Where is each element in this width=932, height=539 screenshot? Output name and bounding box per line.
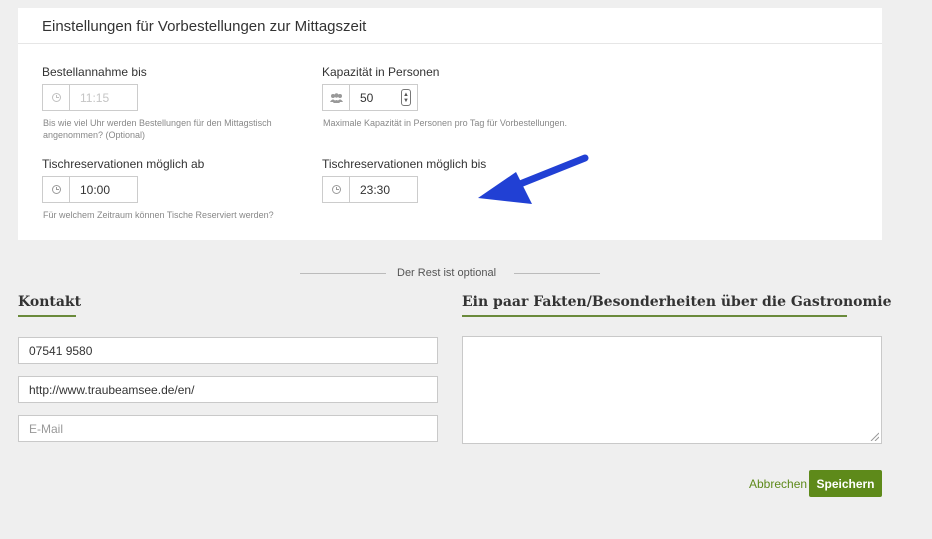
- facts-title: Ein paar Fakten/Besonderheiten über die …: [462, 294, 892, 310]
- clock-icon: [323, 177, 350, 202]
- reservation-from-help: Für welchem Zeitraum können Tische Reser…: [43, 210, 274, 220]
- separator-text: Der Rest ist optional: [397, 267, 497, 279]
- order-until-value: 11:15: [80, 90, 110, 105]
- lunch-preorder-settings-panel: Einstellungen für Vorbestellungen zur Mi…: [18, 8, 882, 240]
- reservation-until-value[interactable]: 23:30: [350, 183, 417, 197]
- panel-divider: [18, 43, 882, 44]
- reservation-from-label: Tischreservationen möglich ab: [42, 157, 205, 171]
- email-input[interactable]: E-Mail: [18, 415, 438, 442]
- order-until-label: Bestellannahme bis: [42, 65, 147, 79]
- contact-title-underline: [18, 315, 76, 317]
- separator-line-left: [300, 273, 386, 274]
- annotation-arrow-icon: [478, 154, 589, 204]
- phone-input[interactable]: 07541 9580: [18, 337, 438, 364]
- order-until-field: 11:15: [42, 84, 138, 111]
- clock-icon: [43, 177, 70, 202]
- clock-icon: [43, 85, 70, 110]
- number-spinner-icon[interactable]: ▲ ▼: [401, 89, 411, 106]
- contact-title: Kontakt: [18, 294, 82, 310]
- users-icon: [323, 85, 350, 110]
- reservation-from-field[interactable]: 10:00: [42, 176, 138, 203]
- facts-textarea[interactable]: [462, 336, 882, 444]
- capacity-help: Maximale Kapazität in Personen pro Tag f…: [323, 118, 567, 128]
- facts-title-underline: [462, 315, 847, 317]
- separator-line-right: [514, 273, 600, 274]
- website-input[interactable]: http://www.traubeamsee.de/en/: [18, 376, 438, 403]
- cancel-button[interactable]: Abbrechen: [749, 477, 807, 491]
- order-until-help: Bis wie viel Uhr werden Bestellungen für…: [43, 118, 272, 140]
- capacity-value[interactable]: 50: [350, 91, 401, 105]
- reservation-from-value[interactable]: 10:00: [70, 183, 137, 197]
- panel-title: Einstellungen für Vorbestellungen zur Mi…: [42, 18, 367, 35]
- capacity-field[interactable]: 50 ▲ ▼: [322, 84, 418, 111]
- capacity-label: Kapazität in Personen: [322, 65, 440, 79]
- save-button[interactable]: Speichern: [809, 470, 882, 497]
- resize-handle-icon[interactable]: [869, 431, 879, 441]
- reservation-until-label: Tischreservationen möglich bis: [322, 157, 487, 171]
- reservation-until-field[interactable]: 23:30: [322, 176, 418, 203]
